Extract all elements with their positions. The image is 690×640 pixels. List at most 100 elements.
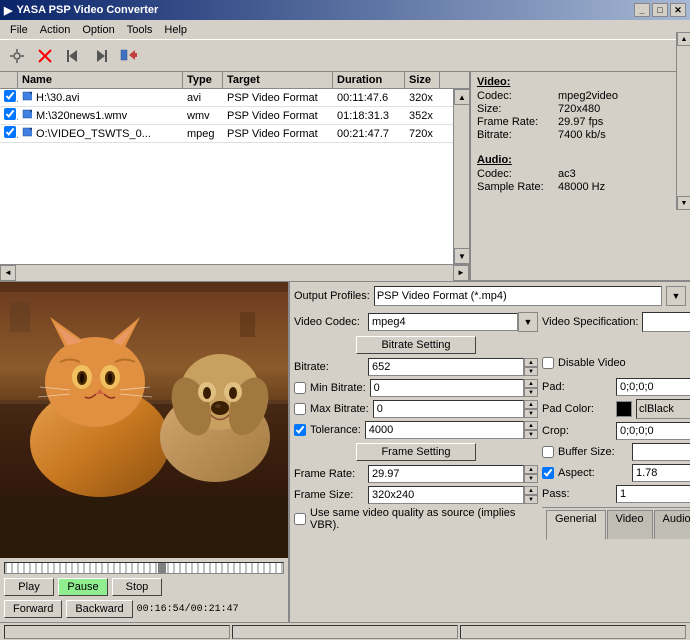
output-profiles-label: Output Profiles: [294,290,370,302]
output-profile-container[interactable]: PSP Video Format (*.mp4) [374,286,662,306]
tool-prev-btn[interactable] [60,43,86,69]
status-segment-3 [460,625,686,639]
buffer-size-row: Buffer Size: ▲ ▼ [542,443,690,461]
tolerance-label: Tolerance: [310,424,361,436]
max-bitrate-input[interactable] [373,400,524,418]
vscroll-down[interactable]: ▼ [454,248,469,264]
stop-button[interactable]: Stop [112,578,162,596]
tool-next-btn[interactable] [88,43,114,69]
table-row[interactable]: M:\320news1.wmv wmv PSP Video Format 01:… [0,107,453,125]
col-header-size[interactable]: Size [405,72,440,88]
tolerance-input[interactable] [365,421,524,439]
bitrate-input[interactable] [368,358,524,376]
info-vscroll-down[interactable]: ▼ [677,196,690,210]
min-bitrate-input[interactable] [370,379,524,397]
col-header-name[interactable]: Name [18,72,183,88]
toolbar [0,40,690,72]
tab-video[interactable]: Video [607,510,653,539]
row3-checkbox[interactable] [4,126,16,138]
video-codec-input[interactable] [368,313,518,331]
frame-size-label: Frame Size: [294,489,364,501]
hscroll-left[interactable]: ◄ [0,265,16,281]
menu-file[interactable]: File [4,22,34,38]
pause-button[interactable]: Pause [58,578,108,596]
frame-rate-spin-down[interactable]: ▼ [524,474,538,483]
max-bitrate-spin-up[interactable]: ▲ [524,400,538,409]
output-profile-dropdown[interactable]: ▼ [666,286,686,306]
maximize-button[interactable]: □ [652,3,668,17]
info-panel: Video: Codec: mpeg2video Size: 720x480 F… [470,72,690,280]
pad-color-row: Pad Color: clBlack ▼ [542,399,690,419]
tolerance-row: Tolerance: ▲ ▼ [294,421,538,439]
source-quality-checkbox[interactable] [294,513,306,525]
tolerance-checkbox[interactable] [294,424,306,436]
tool-convert-btn[interactable] [116,43,142,69]
video-spec-container[interactable] [642,312,690,332]
crop-input[interactable] [616,422,690,440]
row1-checkbox[interactable] [4,90,16,102]
menu-help[interactable]: Help [158,22,193,38]
col-header-type[interactable]: Type [183,72,223,88]
info-bitrate-value: 7400 kb/s [558,129,606,141]
bitrate-spin-down[interactable]: ▼ [524,367,538,376]
frame-rate-input-container: ▲ ▼ [368,465,538,483]
tool-delete-btn[interactable] [32,43,58,69]
table-row[interactable]: O:\VIDEO_TSWTS_0... mpeg PSP Video Forma… [0,125,453,143]
tool-settings-btn[interactable] [4,43,30,69]
col-header-target[interactable]: Target [223,72,333,88]
max-bitrate-row: Max Bitrate: ▲ ▼ [294,400,538,418]
video-info-title: Video: [477,76,684,88]
frame-setting-button[interactable]: Frame Setting [356,443,476,461]
max-bitrate-spin-down[interactable]: ▼ [524,409,538,418]
frame-size-spin-up[interactable]: ▲ [524,486,538,495]
video-codec-dropdown[interactable]: ▼ [518,312,538,332]
bitrate-spin-up[interactable]: ▲ [524,358,538,367]
info-size-label: Size: [477,103,552,115]
status-bar [0,622,690,640]
info-framerate-value: 29.97 fps [558,116,603,128]
file-list-hscrollbar[interactable]: ◄ ► [0,264,469,280]
tolerance-spin-up[interactable]: ▲ [524,421,538,430]
frame-rate-input[interactable] [368,465,524,483]
progress-thumb[interactable] [158,563,166,573]
pad-color-select-container[interactable]: clBlack [636,399,690,419]
file-list-vscrollbar[interactable]: ▲ ▼ [453,89,469,264]
disable-video-checkbox[interactable] [542,357,554,369]
menu-tools[interactable]: Tools [121,22,159,38]
buffer-size-checkbox[interactable] [542,446,554,458]
row1-type: avi [183,91,223,105]
info-vscroll-track [677,72,690,196]
min-bitrate-spin-up[interactable]: ▲ [524,379,538,388]
row2-size: 352x [405,109,440,123]
pad-input[interactable] [616,378,690,396]
tab-generial[interactable]: Generial [546,510,606,540]
backward-button[interactable]: Backward [66,600,132,618]
frame-size-input[interactable] [368,486,524,504]
aspect-checkbox[interactable] [542,467,554,479]
table-row[interactable]: H:\30.avi avi PSP Video Format 00:11:47.… [0,89,453,107]
menu-option[interactable]: Option [76,22,120,38]
vscroll-up[interactable]: ▲ [454,89,469,105]
frame-rate-spin-up[interactable]: ▲ [524,465,538,474]
aspect-input[interactable] [632,464,690,482]
hscroll-track [16,265,453,281]
tab-audio[interactable]: Audio [654,510,690,539]
forward-button[interactable]: Forward [4,600,62,618]
menu-action[interactable]: Action [34,22,77,38]
play-button[interactable]: Play [4,578,54,596]
hscroll-right[interactable]: ► [453,265,469,281]
max-bitrate-checkbox[interactable] [294,403,306,415]
row2-checkbox[interactable] [4,108,16,120]
tolerance-spin-down[interactable]: ▼ [524,430,538,439]
progress-bar[interactable] [4,562,284,574]
min-bitrate-spin-down[interactable]: ▼ [524,388,538,397]
buffer-size-input[interactable] [632,443,690,461]
row2-duration: 01:18:31.3 [333,109,405,123]
col-header-duration[interactable]: Duration [333,72,405,88]
min-bitrate-checkbox[interactable] [294,382,306,394]
close-button[interactable]: ✕ [670,3,686,17]
bitrate-setting-button[interactable]: Bitrate Setting [356,336,476,354]
frame-size-spin-down[interactable]: ▼ [524,495,538,504]
minimize-button[interactable]: _ [634,3,650,17]
pass-input[interactable] [616,485,690,503]
